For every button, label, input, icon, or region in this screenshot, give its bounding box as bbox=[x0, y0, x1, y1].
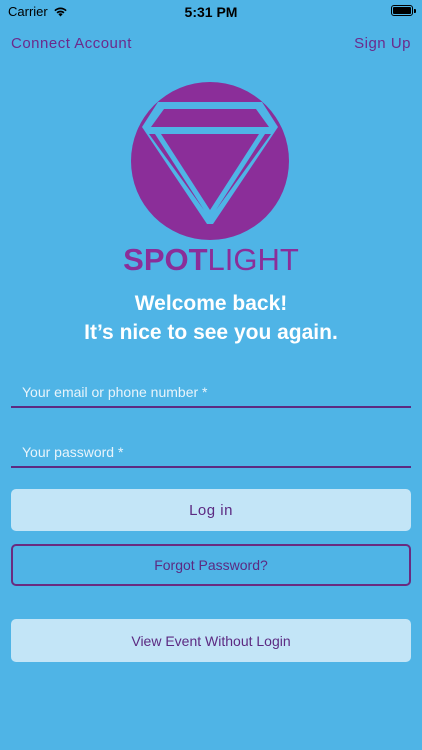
forgot-password-button[interactable]: Forgot Password? bbox=[11, 544, 411, 586]
view-event-button[interactable]: View Event Without Login bbox=[11, 619, 411, 662]
password-field bbox=[11, 426, 411, 468]
brand-name-light: LIGHT bbox=[207, 242, 299, 277]
spotlight-logo-icon bbox=[131, 82, 289, 240]
connect-account-link[interactable]: Connect Account bbox=[11, 35, 132, 52]
battery-icon bbox=[391, 5, 416, 16]
status-bar: Carrier 5:31 PM bbox=[0, 0, 422, 24]
welcome-title: Welcome back! bbox=[134, 292, 288, 315]
email-input[interactable] bbox=[22, 384, 402, 400]
clock: 5:31 PM bbox=[184, 4, 238, 20]
brand-name: SPOTLIGHT bbox=[0, 240, 422, 280]
password-input[interactable] bbox=[22, 444, 402, 460]
sign-up-link[interactable]: Sign Up bbox=[354, 35, 411, 52]
email-field bbox=[11, 366, 411, 408]
brand-name-bold: SPOT bbox=[123, 242, 208, 277]
welcome-subtitle: It’s nice to see you again. bbox=[84, 321, 338, 344]
login-button[interactable]: Log in bbox=[11, 489, 411, 531]
